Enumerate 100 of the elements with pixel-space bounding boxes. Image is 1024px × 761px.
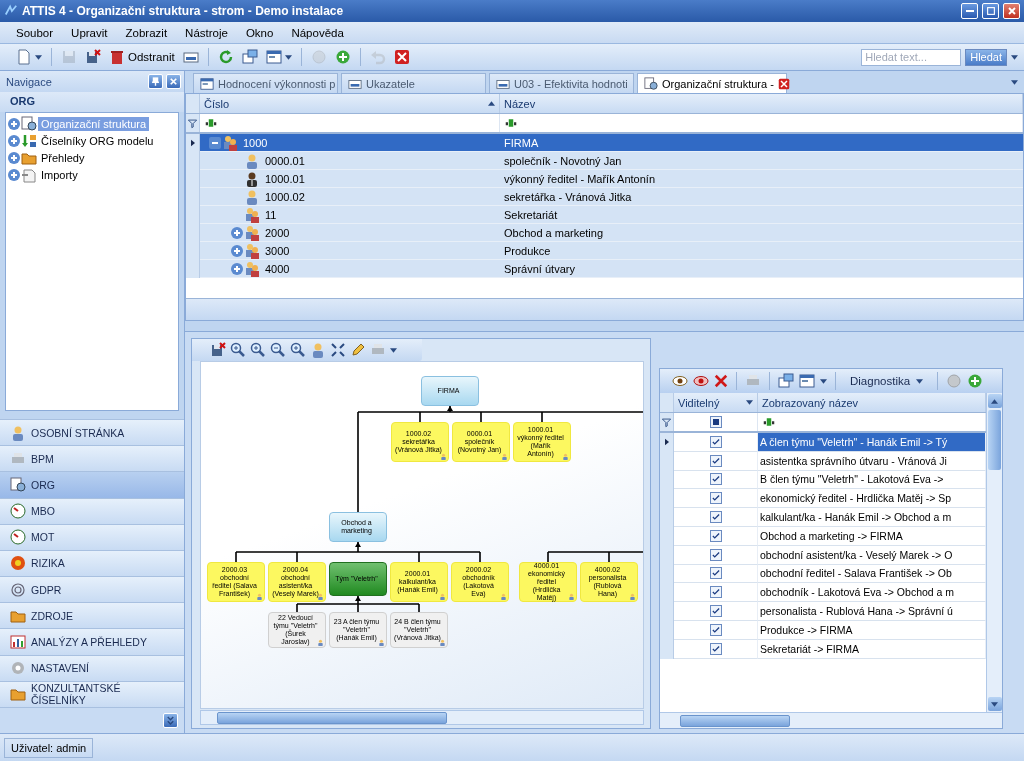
module-button[interactable]: OSOBNÍ STRÁNKA [0, 418, 184, 446]
table-cell: personalista - Rublová Hana -> Správní ú [758, 602, 986, 621]
close-button[interactable] [1003, 3, 1020, 19]
person-icon [10, 424, 26, 441]
scroll-thumb[interactable] [988, 410, 1001, 470]
table-cell: FIRMA [500, 134, 1023, 152]
module-button[interactable]: RIZIKA [0, 549, 184, 577]
checkbox[interactable] [709, 623, 722, 636]
cell-text: 2000 [265, 226, 290, 239]
checkbox[interactable] [709, 529, 722, 542]
delete-button[interactable]: Odstranit [107, 46, 177, 68]
pin-button[interactable] [148, 74, 163, 89]
check-icon [710, 530, 721, 541]
expand-icon[interactable] [231, 262, 243, 275]
column-header[interactable]: Číslo [200, 94, 500, 113]
scroll-up-button[interactable] [987, 394, 1002, 408]
checkbox[interactable] [709, 435, 722, 448]
menu-item[interactable]: Nápověda [291, 26, 344, 39]
caret-icon [820, 378, 827, 384]
column-header[interactable]: Viditelný [674, 393, 758, 412]
tab[interactable]: Hodnocení výkonnosti p [193, 73, 338, 93]
zoom-in-icon[interactable] [230, 342, 246, 358]
zoom-out-icon[interactable] [270, 342, 286, 358]
checkbox[interactable] [709, 473, 722, 486]
eye-icon[interactable] [672, 373, 688, 389]
tree-item[interactable]: Importy [38, 168, 81, 182]
checkbox[interactable] [709, 567, 722, 580]
search-icon[interactable] [290, 342, 306, 358]
close-icon[interactable] [777, 77, 790, 90]
tree-item[interactable]: Přehledy [38, 151, 88, 165]
text-filter-icon [204, 117, 218, 129]
module-button[interactable]: GDPR [0, 576, 184, 603]
module-button[interactable]: BPM [0, 445, 184, 472]
menu-item[interactable]: Nástroje [185, 26, 228, 39]
checkbox[interactable] [709, 642, 722, 655]
check-icon [710, 474, 721, 485]
save-icon[interactable] [210, 342, 226, 358]
person-icon [439, 593, 446, 600]
expand-icon[interactable] [231, 244, 243, 257]
maximize-button[interactable] [982, 3, 999, 19]
overflow-icon[interactable] [1011, 54, 1018, 60]
close-button[interactable] [166, 74, 181, 89]
save-delete-icon [85, 49, 101, 65]
menu-item[interactable]: Okno [245, 26, 274, 39]
tab[interactable]: U03 - Efektivita hodnoti [489, 73, 634, 93]
pencil-icon[interactable] [350, 342, 366, 358]
folder-icon [10, 686, 26, 703]
scroll-down-button[interactable] [987, 697, 1002, 711]
checkbox[interactable] [709, 605, 722, 618]
expand-icon[interactable] [8, 135, 20, 147]
vertical-scrollbar[interactable] [986, 393, 1002, 712]
layout-icon[interactable] [799, 373, 815, 389]
tree-item[interactable]: Číselníky ORG modelu [38, 134, 157, 148]
checkbox[interactable] [709, 492, 722, 505]
zoom-in-icon[interactable] [250, 342, 266, 358]
module-button[interactable]: MBO [0, 497, 184, 524]
close-icon [1005, 5, 1018, 17]
expand-icon[interactable] [209, 136, 221, 149]
dropdown-icon[interactable] [1011, 79, 1018, 85]
eye-icon[interactable] [693, 373, 709, 389]
tab[interactable]: Ukazatele [341, 73, 486, 93]
people-icon [244, 224, 260, 241]
check-icon [710, 568, 721, 579]
panel-title: Navigace [6, 75, 53, 88]
down-icon [991, 701, 998, 707]
horizontal-scrollbar[interactable] [200, 710, 644, 725]
table-cell: Obchod a marketing [500, 224, 1023, 242]
module-button[interactable]: ZDROJE [0, 602, 184, 629]
tab[interactable]: Organizační struktura - [637, 73, 787, 93]
maximize-icon [984, 5, 997, 17]
expand-icon[interactable] [8, 152, 20, 164]
expand-button[interactable] [163, 713, 178, 728]
window-icon[interactable] [778, 373, 794, 389]
diagnostics-menu[interactable]: Diagnostika [844, 375, 930, 387]
expand-icon[interactable] [8, 118, 20, 130]
module-button[interactable]: NASTAVENÍ [0, 654, 184, 681]
minimize-button[interactable] [961, 3, 978, 19]
horizontal-scrollbar[interactable] [660, 712, 1002, 728]
expand-icon[interactable] [231, 226, 243, 239]
delete-icon[interactable] [714, 374, 728, 388]
dropdown-icon[interactable] [390, 347, 397, 353]
table-cell: společník - Novotný Jan [500, 152, 1023, 170]
menu-item[interactable]: Zobrazit [125, 26, 168, 39]
column-header[interactable]: Název [500, 94, 1023, 113]
search-field[interactable]: Hledat text... [861, 48, 962, 66]
module-button[interactable]: KONZULTANTSKÉ ČÍSELNÍKY [0, 680, 184, 707]
menu-item[interactable]: Soubor [16, 26, 54, 39]
module-button[interactable]: MOT [0, 523, 184, 550]
checkbox[interactable] [709, 416, 722, 428]
fit-icon[interactable] [330, 342, 346, 358]
expand-icon[interactable] [8, 169, 20, 181]
check-icon [710, 455, 721, 466]
menu-item[interactable]: Upravit [71, 26, 108, 39]
checkbox[interactable] [709, 586, 722, 599]
module-button[interactable]: ANALÝZY A PŘEHLEDY [0, 628, 184, 655]
add-icon[interactable] [967, 373, 984, 389]
checkbox[interactable] [709, 454, 722, 467]
checkbox[interactable] [709, 548, 722, 561]
checkbox[interactable] [709, 511, 722, 524]
module-button[interactable]: ORG [0, 471, 184, 498]
